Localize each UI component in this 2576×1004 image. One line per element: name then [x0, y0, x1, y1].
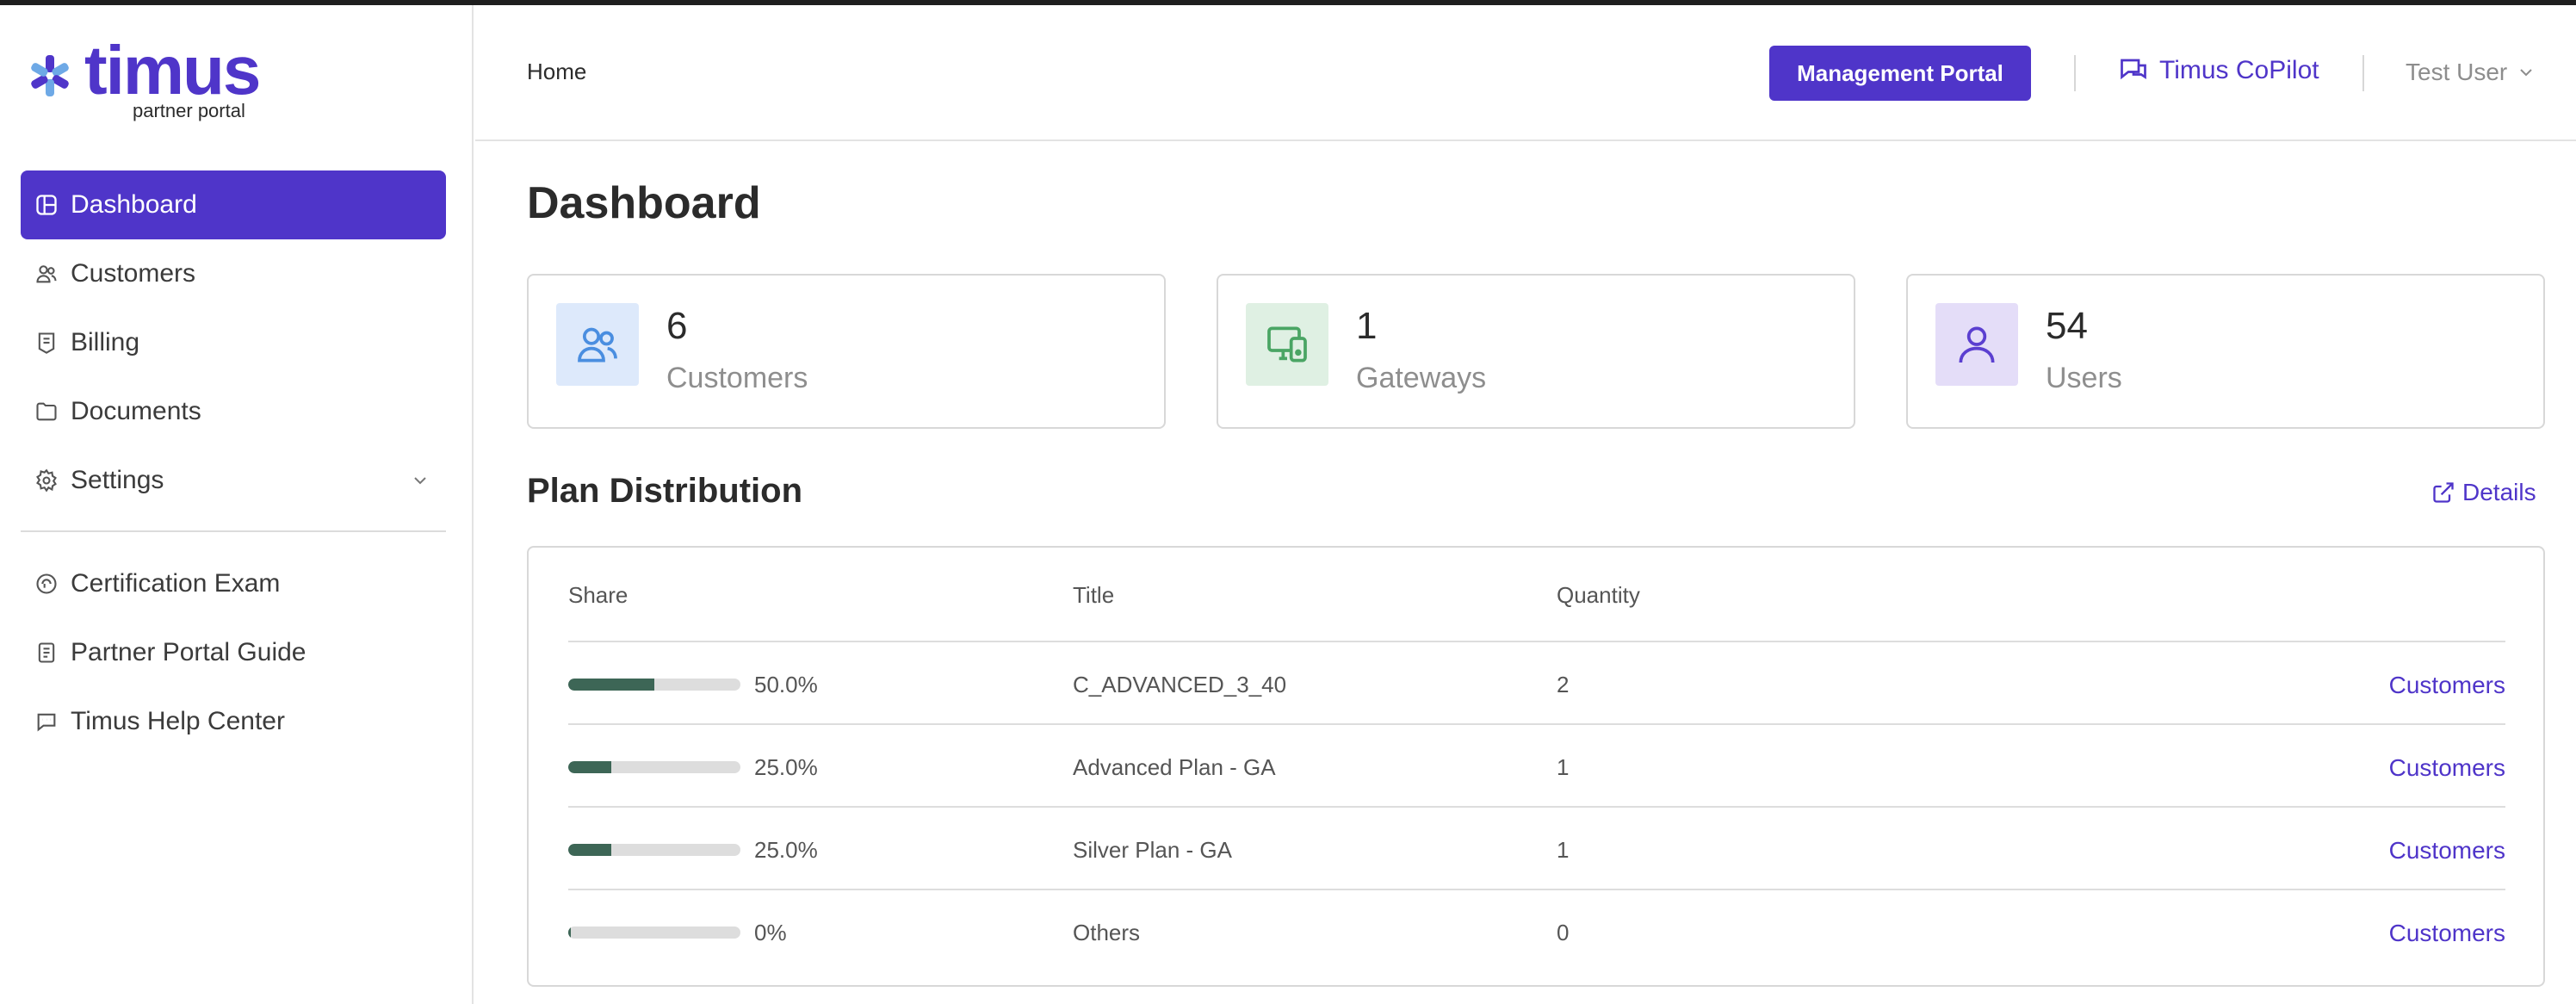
- user-name: Test User: [2406, 59, 2508, 85]
- breadcrumb[interactable]: Home: [527, 59, 586, 85]
- chevron-down-icon[interactable]: [410, 470, 430, 491]
- plan-quantity: 2: [1557, 672, 1570, 697]
- user-icon: [1935, 303, 2018, 386]
- customers-link[interactable]: Customers: [2389, 672, 2505, 699]
- sidebar-item-help-center[interactable]: Timus Help Center: [21, 687, 446, 756]
- top-header: Home Management Portal Timus CoPilot Tes…: [475, 5, 2576, 141]
- stat-label: Users: [2046, 362, 2122, 394]
- header-divider: [2074, 55, 2076, 91]
- folder-icon: [34, 400, 59, 424]
- plan-quantity: 0: [1557, 920, 1570, 945]
- plan-title: Silver Plan - GA: [1073, 837, 1232, 863]
- stat-card-users[interactable]: 54 Users: [1906, 274, 2545, 429]
- customers-link[interactable]: Customers: [2389, 837, 2505, 865]
- external-link-icon: [2433, 482, 2454, 503]
- management-portal-button[interactable]: Management Portal: [1769, 46, 2031, 101]
- plan-distribution-table: Share Title Quantity 50.0% C_ADVANCED_3_…: [527, 546, 2545, 987]
- plan-title: C_ADVANCED_3_40: [1073, 672, 1287, 697]
- gateway-device-icon: [1246, 303, 1328, 386]
- stat-label: Gateways: [1356, 362, 1487, 394]
- copilot-label: Timus CoPilot: [2159, 56, 2319, 84]
- sidebar-item-settings[interactable]: Settings: [21, 446, 446, 515]
- plan-quantity: 1: [1557, 754, 1570, 780]
- table-row: 25.0% Advanced Plan - GA 1 Customers: [568, 723, 2505, 806]
- share-bar-fill: [568, 844, 611, 856]
- sidebar-divider: [21, 530, 446, 532]
- share-bar-fill: [568, 927, 571, 939]
- stat-value: 6: [666, 305, 688, 347]
- chat-icon: [34, 710, 59, 734]
- table-row: 25.0% Silver Plan - GA 1 Customers: [568, 806, 2505, 889]
- column-header-title: Title: [1073, 582, 1115, 608]
- stat-value: 54: [2046, 305, 2088, 347]
- share-percent: 25.0%: [754, 837, 818, 863]
- plan-title: Others: [1073, 920, 1141, 945]
- column-header-quantity: Quantity: [1557, 582, 1640, 608]
- timus-logo-icon: [31, 55, 69, 96]
- brand-name: timus: [84, 32, 261, 108]
- sidebar-item-dashboard[interactable]: Dashboard: [21, 170, 446, 239]
- share-bar-fill: [568, 761, 611, 773]
- page-title: Dashboard: [527, 178, 761, 228]
- gear-icon: [34, 468, 59, 493]
- receipt-icon: [34, 331, 59, 355]
- book-icon: [34, 641, 59, 665]
- details-link[interactable]: Details: [2431, 479, 2536, 506]
- share-bar: [568, 679, 740, 691]
- plan-quantity: 1: [1557, 837, 1570, 863]
- sidebar-item-documents[interactable]: Documents: [21, 377, 446, 446]
- plan-distribution-title: Plan Distribution: [527, 472, 802, 510]
- sidebar-nav: Dashboard Customers Billing Documents Se…: [21, 170, 446, 756]
- sidebar-item-label: Partner Portal Guide: [71, 638, 307, 666]
- sidebar-item-partner-portal-guide[interactable]: Partner Portal Guide: [21, 618, 446, 687]
- sidebar-item-label: Customers: [71, 259, 196, 288]
- header-divider: [2362, 55, 2364, 91]
- table-row: 0% Others 0 Customers: [568, 889, 2505, 971]
- sidebar-item-label: Timus Help Center: [71, 707, 285, 735]
- sidebar-item-label: Dashboard: [71, 190, 197, 219]
- copilot-button[interactable]: Timus CoPilot: [2118, 55, 2319, 86]
- dashboard-icon: [34, 193, 59, 217]
- share-bar: [568, 844, 740, 856]
- stat-card-gateways[interactable]: 1 Gateways: [1217, 274, 1855, 429]
- details-label: Details: [2462, 479, 2536, 505]
- sidebar-item-certification-exam[interactable]: Certification Exam: [21, 549, 446, 618]
- table-row: 50.0% C_ADVANCED_3_40 2 Customers: [568, 641, 2505, 723]
- users-icon: [556, 303, 639, 386]
- share-bar: [568, 927, 740, 939]
- share-bar: [568, 761, 740, 773]
- customers-link[interactable]: Customers: [2389, 754, 2505, 782]
- sidebar-item-label: Certification Exam: [71, 569, 281, 598]
- certificate-icon: [34, 572, 59, 596]
- sidebar-item-label: Settings: [71, 466, 164, 494]
- sidebar-item-billing[interactable]: Billing: [21, 308, 446, 377]
- stat-card-customers[interactable]: 6 Customers: [527, 274, 1166, 429]
- chevron-down-icon: [2520, 69, 2532, 77]
- brand-subtitle: partner portal: [133, 100, 245, 121]
- brand-logo[interactable]: timus partner portal: [28, 36, 269, 126]
- share-percent: 25.0%: [754, 754, 818, 780]
- sidebar-item-label: Documents: [71, 397, 201, 425]
- plan-title: Advanced Plan - GA: [1073, 754, 1276, 780]
- share-bar-fill: [568, 679, 654, 691]
- customers-link[interactable]: Customers: [2389, 920, 2505, 947]
- sidebar-item-label: Billing: [71, 328, 140, 356]
- share-percent: 50.0%: [754, 672, 818, 697]
- chat-bubbles-icon: [2121, 59, 2146, 80]
- column-header-share: Share: [568, 582, 629, 608]
- user-menu[interactable]: Test User: [2406, 59, 2536, 86]
- users-icon: [34, 262, 59, 286]
- stat-value: 1: [1356, 305, 1378, 347]
- sidebar: timus partner portal Dashboard Customers…: [0, 5, 474, 1004]
- stat-label: Customers: [666, 362, 808, 394]
- sidebar-item-customers[interactable]: Customers: [21, 239, 446, 308]
- share-percent: 0%: [754, 920, 787, 945]
